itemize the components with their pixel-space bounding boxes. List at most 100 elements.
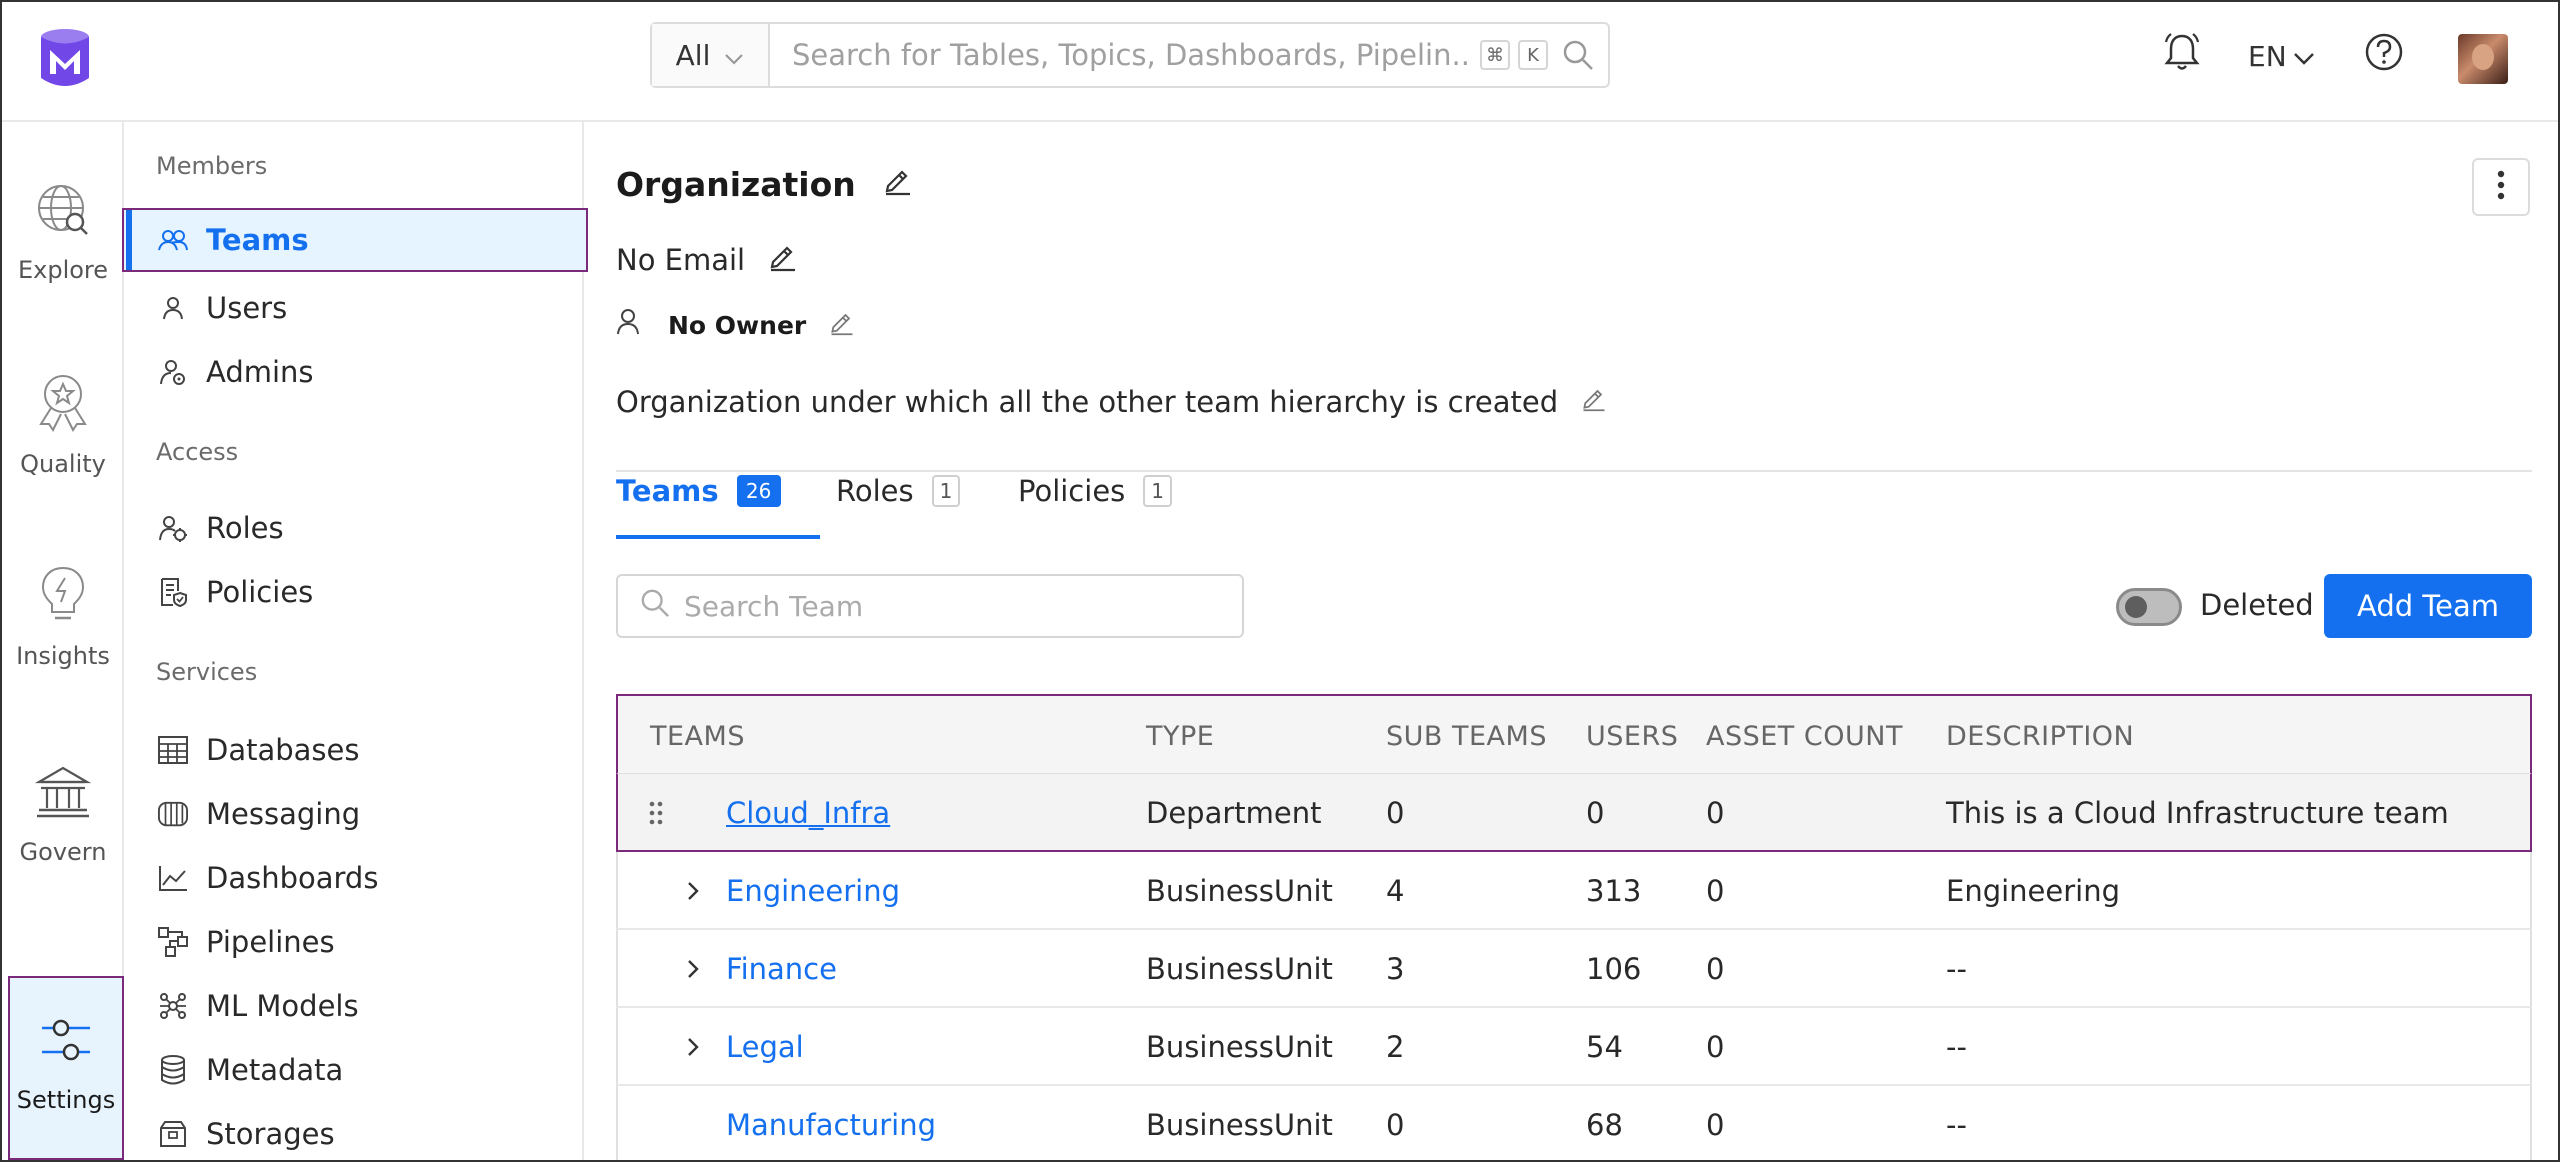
team-users: 54 <box>1586 1030 1623 1064</box>
user-avatar[interactable] <box>2458 34 2508 84</box>
sliders-icon <box>38 1012 94 1074</box>
chevron-right-icon[interactable] <box>686 852 700 930</box>
table-row[interactable]: Cloud_Infra Department 0 0 0 This is a C… <box>616 774 2532 852</box>
table-row[interactable]: Engineering BusinessUnit 4 313 0 Enginee… <box>616 852 2532 930</box>
team-description: -- <box>1946 1108 1967 1142</box>
more-options-button[interactable] <box>2472 158 2530 216</box>
rail-item-settings[interactable]: Settings <box>8 976 124 1160</box>
team-asset-count: 0 <box>1706 1030 1725 1064</box>
rail-item-insights[interactable]: Insights <box>2 564 124 670</box>
deleted-label: Deleted <box>2200 588 2314 622</box>
section-heading-services: Services <box>156 658 258 686</box>
policy-document-icon <box>158 577 188 607</box>
tab-policies[interactable]: Policies 1 <box>1018 474 1172 508</box>
chevron-right-icon[interactable] <box>686 930 700 1008</box>
sidebar-item-label: Teams <box>206 223 309 257</box>
sidebar-item-dashboards[interactable]: Dashboards <box>124 846 582 910</box>
tab-label: Policies <box>1018 474 1126 508</box>
team-users: 313 <box>1586 874 1642 908</box>
email-value: No Email <box>616 242 746 277</box>
messaging-queue-icon <box>158 799 188 829</box>
column-header[interactable]: TEAMS <box>650 696 745 776</box>
bank-icon <box>34 764 92 826</box>
team-search-input[interactable]: Search Team <box>616 574 1244 638</box>
sidebar-item-databases[interactable]: Databases <box>124 718 582 782</box>
tab-teams[interactable]: Teams 26 <box>616 474 781 508</box>
team-asset-count: 0 <box>1706 1108 1725 1142</box>
sidebar-item-label: Users <box>206 291 288 325</box>
sidebar-item-roles[interactable]: Roles <box>124 496 582 560</box>
search-scope-select[interactable]: All <box>652 24 770 86</box>
edit-pencil-icon[interactable] <box>1580 384 1608 419</box>
column-header[interactable]: SUB TEAMS <box>1386 696 1547 776</box>
column-header[interactable]: USERS <box>1586 696 1678 776</box>
add-team-button[interactable]: Add Team <box>2324 574 2532 638</box>
language-select[interactable]: EN <box>2248 40 2315 73</box>
help-icon[interactable] <box>2364 32 2404 72</box>
sidebar-item-policies[interactable]: Policies <box>124 560 582 624</box>
table-row[interactable]: Finance BusinessUnit 3 106 0 -- <box>616 930 2532 1008</box>
rail-item-govern[interactable]: Govern <box>2 764 124 866</box>
column-header[interactable]: ASSET COUNT <box>1706 696 1903 776</box>
team-name-link[interactable]: Legal <box>726 1008 804 1086</box>
app-logo[interactable] <box>38 28 92 90</box>
teams-icon <box>158 225 188 255</box>
column-header[interactable]: DESCRIPTION <box>1946 696 2134 776</box>
sidebar-item-label: Metadata <box>206 1053 344 1087</box>
roles-icon <box>158 513 188 543</box>
tab-bar-divider <box>616 468 2532 472</box>
column-header[interactable]: TYPE <box>1146 696 1214 776</box>
sidebar-item-label: Messaging <box>206 797 361 831</box>
table-header: TEAMS TYPE SUB TEAMS USERS ASSET COUNT D… <box>616 694 2532 774</box>
rail-label: Explore <box>17 256 109 284</box>
rail-label: Insights <box>16 642 110 670</box>
team-name-link[interactable]: Cloud_Infra <box>726 774 890 852</box>
edit-pencil-icon[interactable] <box>828 308 856 342</box>
team-asset-count: 0 <box>1706 874 1725 908</box>
description-row: Organization under which all the other t… <box>616 384 1608 419</box>
page-title: Organization <box>616 164 914 204</box>
team-asset-count: 0 <box>1706 952 1725 986</box>
teams-table: TEAMS TYPE SUB TEAMS USERS ASSET COUNT D… <box>616 694 2532 1160</box>
team-sub-teams: 2 <box>1386 1030 1405 1064</box>
edit-pencil-icon[interactable] <box>882 164 914 204</box>
team-name-link[interactable]: Finance <box>726 930 837 1008</box>
top-bar: All Search for Tables, Topics, Dashboard… <box>2 2 2558 122</box>
sidebar-item-metadata[interactable]: Metadata <box>124 1038 582 1102</box>
sidebar-item-storages[interactable]: Storages <box>124 1102 582 1160</box>
tab-roles[interactable]: Roles 1 <box>836 474 961 508</box>
table-row[interactable]: Legal BusinessUnit 2 54 0 -- <box>616 1008 2532 1086</box>
table-row[interactable]: Manufacturing BusinessUnit 0 68 0 -- <box>616 1086 2532 1160</box>
sidebar-item-messaging[interactable]: Messaging <box>124 782 582 846</box>
sidebar-item-users[interactable]: Users <box>124 276 582 340</box>
team-users: 68 <box>1586 1108 1623 1142</box>
section-heading-access: Access <box>156 438 239 466</box>
team-users: 0 <box>1586 796 1605 830</box>
sidebar-item-teams[interactable]: Teams <box>122 208 588 272</box>
rail-item-explore[interactable]: Explore <box>2 182 124 284</box>
team-description: -- <box>1946 1030 1967 1064</box>
team-type: Department <box>1146 796 1322 830</box>
search-icon[interactable] <box>1548 39 1608 71</box>
sidebar-item-ml-models[interactable]: ML Models <box>124 974 582 1038</box>
sidebar-item-label: Dashboards <box>206 861 379 895</box>
kbd-k: K <box>1518 40 1548 70</box>
drag-handle-icon[interactable] <box>648 774 664 852</box>
rail-label: Govern <box>19 838 107 866</box>
sidebar-item-label: ML Models <box>206 989 359 1023</box>
sidebar-item-label: Storages <box>206 1117 335 1151</box>
notification-bell-icon[interactable] <box>2164 32 2200 72</box>
team-description: Engineering <box>1946 874 2120 908</box>
email-row: No Email <box>616 240 799 279</box>
search-placeholder: Search Team <box>684 589 864 623</box>
chevron-right-icon[interactable] <box>686 1008 700 1086</box>
storage-box-icon <box>158 1119 188 1149</box>
sidebar-item-pipelines[interactable]: Pipelines <box>124 910 582 974</box>
search-input[interactable]: Search for Tables, Topics, Dashboards, P… <box>770 38 1472 72</box>
rail-item-quality[interactable]: Quality <box>2 372 124 478</box>
team-name-link[interactable]: Manufacturing <box>726 1086 936 1160</box>
deleted-toggle[interactable] <box>2116 588 2182 626</box>
team-name-link[interactable]: Engineering <box>726 852 900 930</box>
sidebar-item-admins[interactable]: Admins <box>124 340 582 404</box>
edit-pencil-icon[interactable] <box>767 240 799 279</box>
